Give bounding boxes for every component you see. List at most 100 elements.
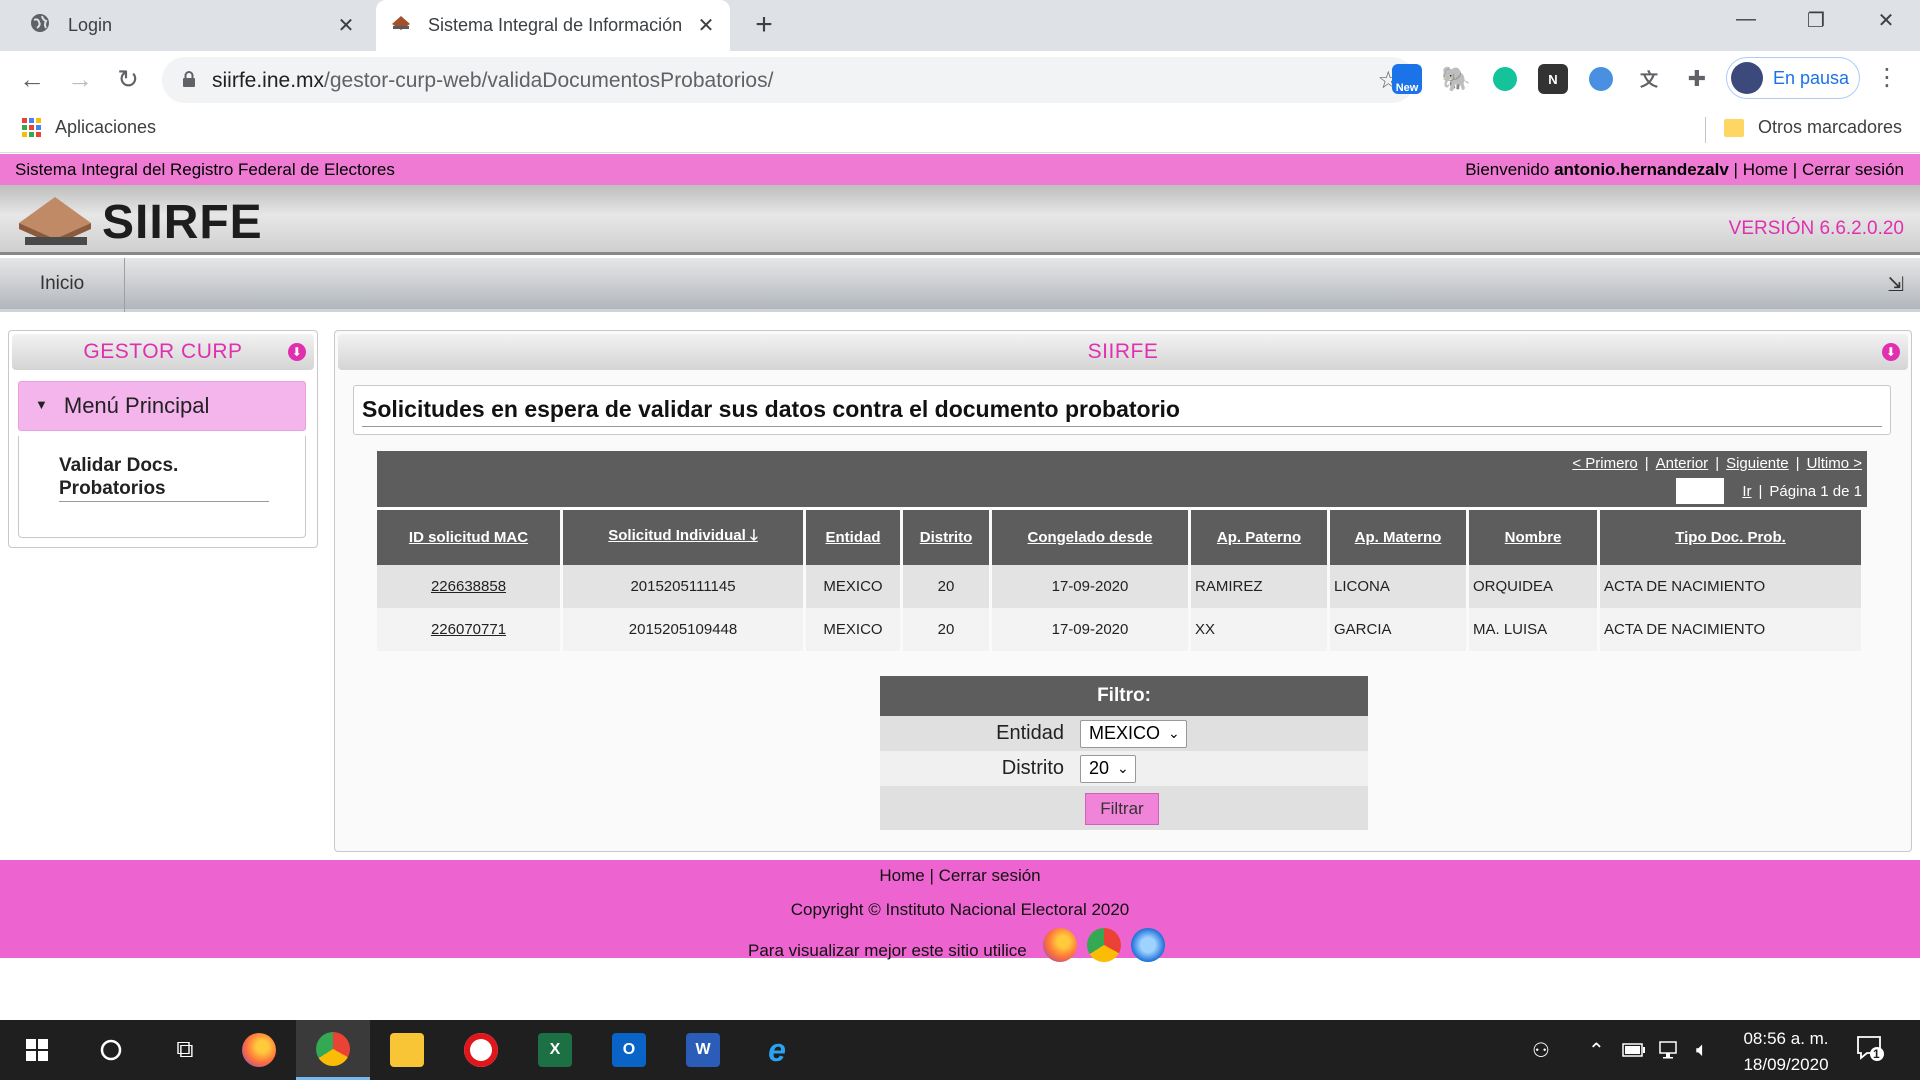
address-bar[interactable]: siirfe.ine.mx/gestor-curp-web/validaDocu… — [162, 57, 1415, 103]
main-panel-header: SIIRFE ⬇ — [338, 334, 1908, 370]
bookmark-apps[interactable]: Aplicaciones — [22, 117, 156, 138]
reload-icon[interactable]: ↻ — [110, 61, 146, 97]
cell-congelado: 17-09-2020 — [992, 565, 1188, 608]
forward-icon[interactable]: → — [62, 61, 98, 97]
menu-inicio[interactable]: Inicio — [0, 258, 125, 312]
tab-login[interactable]: Login ✕ — [16, 0, 370, 51]
id-mac-link[interactable]: 226638858 — [431, 578, 506, 595]
browser-recommendation-text: Para visualizar mejor este sitio utilice — [748, 941, 1027, 960]
col-ap-materno[interactable]: Ap. Materno — [1330, 507, 1466, 565]
distrito-select[interactable]: 20 ⌄ — [1080, 754, 1136, 783]
col-solicitud[interactable]: Solicitud Individual 🡓 — [563, 507, 803, 565]
filtrar-button[interactable]: Filtrar — [1085, 793, 1159, 825]
taskbar-file-explorer-icon[interactable] — [370, 1020, 444, 1080]
bookmark-other[interactable]: Otros marcadores — [1724, 117, 1902, 138]
search-extension-icon[interactable] — [1586, 64, 1616, 94]
pager-last[interactable]: Ultimo > — [1807, 455, 1862, 472]
col-entidad[interactable]: Entidad — [806, 507, 900, 565]
taskbar-outlook-icon[interactable]: O — [592, 1020, 666, 1080]
grammarly-icon[interactable] — [1490, 64, 1520, 94]
col-ap-paterno[interactable]: Ap. Paterno — [1191, 507, 1327, 565]
extension-new-icon[interactable]: New — [1392, 64, 1422, 94]
restore-icon[interactable]: ❐ — [1796, 8, 1836, 33]
entidad-value: MEXICO — [1089, 723, 1161, 743]
footer-logout-link[interactable]: Cerrar sesión — [939, 866, 1041, 885]
taskbar-firefox-icon[interactable] — [222, 1020, 296, 1080]
close-icon[interactable]: ✕ — [334, 13, 358, 38]
collapse-icon[interactable]: ⬇ — [288, 343, 306, 361]
filter-row-entidad: Entidad MEXICO ⌄ — [880, 716, 1368, 751]
tab-siirfe[interactable]: Sistema Integral de Información ✕ — [376, 0, 730, 51]
col-id-mac[interactable]: ID solicitud MAC — [377, 507, 560, 565]
firefox-icon — [1042, 928, 1077, 962]
col-tipo-doc[interactable]: Tipo Doc. Prob. — [1600, 507, 1861, 565]
pager-first[interactable]: < Primero — [1572, 455, 1637, 472]
minimize-icon[interactable]: — — [1726, 8, 1766, 31]
col-congelado[interactable]: Congelado desde — [992, 507, 1188, 565]
pager-goto: Ir | Página 1 de 1 — [1676, 478, 1862, 504]
collapse-icon[interactable]: ⬇ — [1882, 343, 1900, 361]
cell-distrito: 20 — [903, 608, 989, 651]
col-nombre[interactable]: Nombre — [1469, 507, 1597, 565]
tab-title: Login — [68, 15, 113, 35]
ballot-box-icon — [19, 197, 91, 245]
id-mac-link[interactable]: 226070771 — [431, 621, 506, 638]
distrito-label: Distrito — [1001, 757, 1064, 779]
news-icon[interactable]: N — [1538, 64, 1568, 94]
taskbar-opera-icon[interactable] — [444, 1020, 518, 1080]
internet-explorer-icon — [1130, 928, 1165, 962]
browser-tab-strip: Login ✕ Sistema Integral de Información … — [0, 0, 1920, 51]
new-tab-icon[interactable]: + — [748, 8, 780, 42]
battery-icon[interactable] — [1622, 1020, 1646, 1080]
translate-icon[interactable]: 文 — [1634, 64, 1664, 94]
cortana-search-icon[interactable] — [74, 1020, 148, 1080]
siirfe-favicon-icon — [390, 14, 412, 37]
network-icon[interactable] — [1658, 1020, 1682, 1080]
pager-separator: | — [1758, 482, 1763, 500]
tray-chevron-up-icon[interactable]: ⌃ — [1588, 1020, 1605, 1080]
system-clock[interactable]: 08:56 a. m. 18/09/2020 — [1738, 1026, 1834, 1078]
footer-home-link[interactable]: Home — [879, 866, 924, 885]
cell-tipo-doc: ACTA DE NACIMIENTO — [1600, 608, 1861, 651]
task-view-icon[interactable]: ⧉ — [148, 1020, 222, 1080]
chevron-down-icon: ⌄ — [1168, 725, 1180, 741]
back-icon[interactable]: ← — [14, 61, 50, 97]
volume-icon[interactable]: 🔈︎ — [1696, 1020, 1708, 1080]
taskbar-excel-icon[interactable]: X — [518, 1020, 592, 1080]
pager-go[interactable]: Ir — [1742, 483, 1751, 500]
page-title: Solicitudes en espera de validar sus dat… — [362, 396, 1180, 422]
entidad-select[interactable]: MEXICO ⌄ — [1080, 719, 1187, 748]
pin-icon[interactable]: ⇲ — [1887, 272, 1904, 297]
home-link[interactable]: Home — [1743, 160, 1788, 179]
puzzle-icon[interactable]: ✚ — [1682, 64, 1712, 94]
notification-center-icon[interactable]: 1 — [1850, 1034, 1890, 1066]
filter-box: Filtro: Entidad MEXICO ⌄ Distrito 20 ⌄ Fil… — [880, 676, 1368, 830]
taskbar: ⧉ X O W e ⚇ ⌃ 🔈︎ 08:56 a. m. 18/09/2020 … — [0, 1020, 1920, 1080]
globe-icon — [30, 13, 50, 38]
taskbar-ie-icon[interactable]: e — [740, 1020, 814, 1080]
kebab-menu-icon[interactable]: ⋮ — [1872, 63, 1902, 92]
taskbar-chrome-icon[interactable] — [296, 1020, 370, 1080]
people-icon[interactable]: ⚇ — [1532, 1020, 1550, 1080]
sidebar-header: GESTOR CURP ⬇ — [12, 334, 314, 370]
col-solicitud-label: Solicitud Individual — [608, 527, 746, 544]
profile-button[interactable]: En pausa — [1726, 57, 1860, 99]
taskbar-word-icon[interactable]: W — [666, 1020, 740, 1080]
page-number-input[interactable] — [1676, 478, 1725, 504]
cell-congelado: 17-09-2020 — [992, 608, 1188, 651]
logout-link[interactable]: Cerrar sesión — [1802, 160, 1904, 179]
close-icon[interactable]: ✕ — [694, 13, 718, 38]
col-distrito[interactable]: Distrito — [903, 507, 989, 565]
cell-nombre: MA. LUISA — [1469, 608, 1597, 651]
tab-title: Sistema Integral de Información — [428, 15, 683, 35]
menu-principal[interactable]: ▼ Menú Principal — [18, 381, 306, 431]
divider — [362, 426, 1882, 427]
pager-prev[interactable]: Anterior — [1656, 455, 1709, 472]
evernote-icon[interactable]: 🐘 — [1441, 64, 1471, 94]
window-close-icon[interactable]: ✕ — [1866, 8, 1906, 33]
windows-start-icon[interactable] — [0, 1020, 74, 1080]
version-label: VERSIÓN 6.6.2.0.20 — [1728, 218, 1904, 239]
cell-distrito: 20 — [903, 565, 989, 608]
sidebar-item-validar-docs[interactable]: Validar Docs. Probatorios — [59, 454, 269, 502]
pager-next[interactable]: Siguiente — [1726, 455, 1789, 472]
